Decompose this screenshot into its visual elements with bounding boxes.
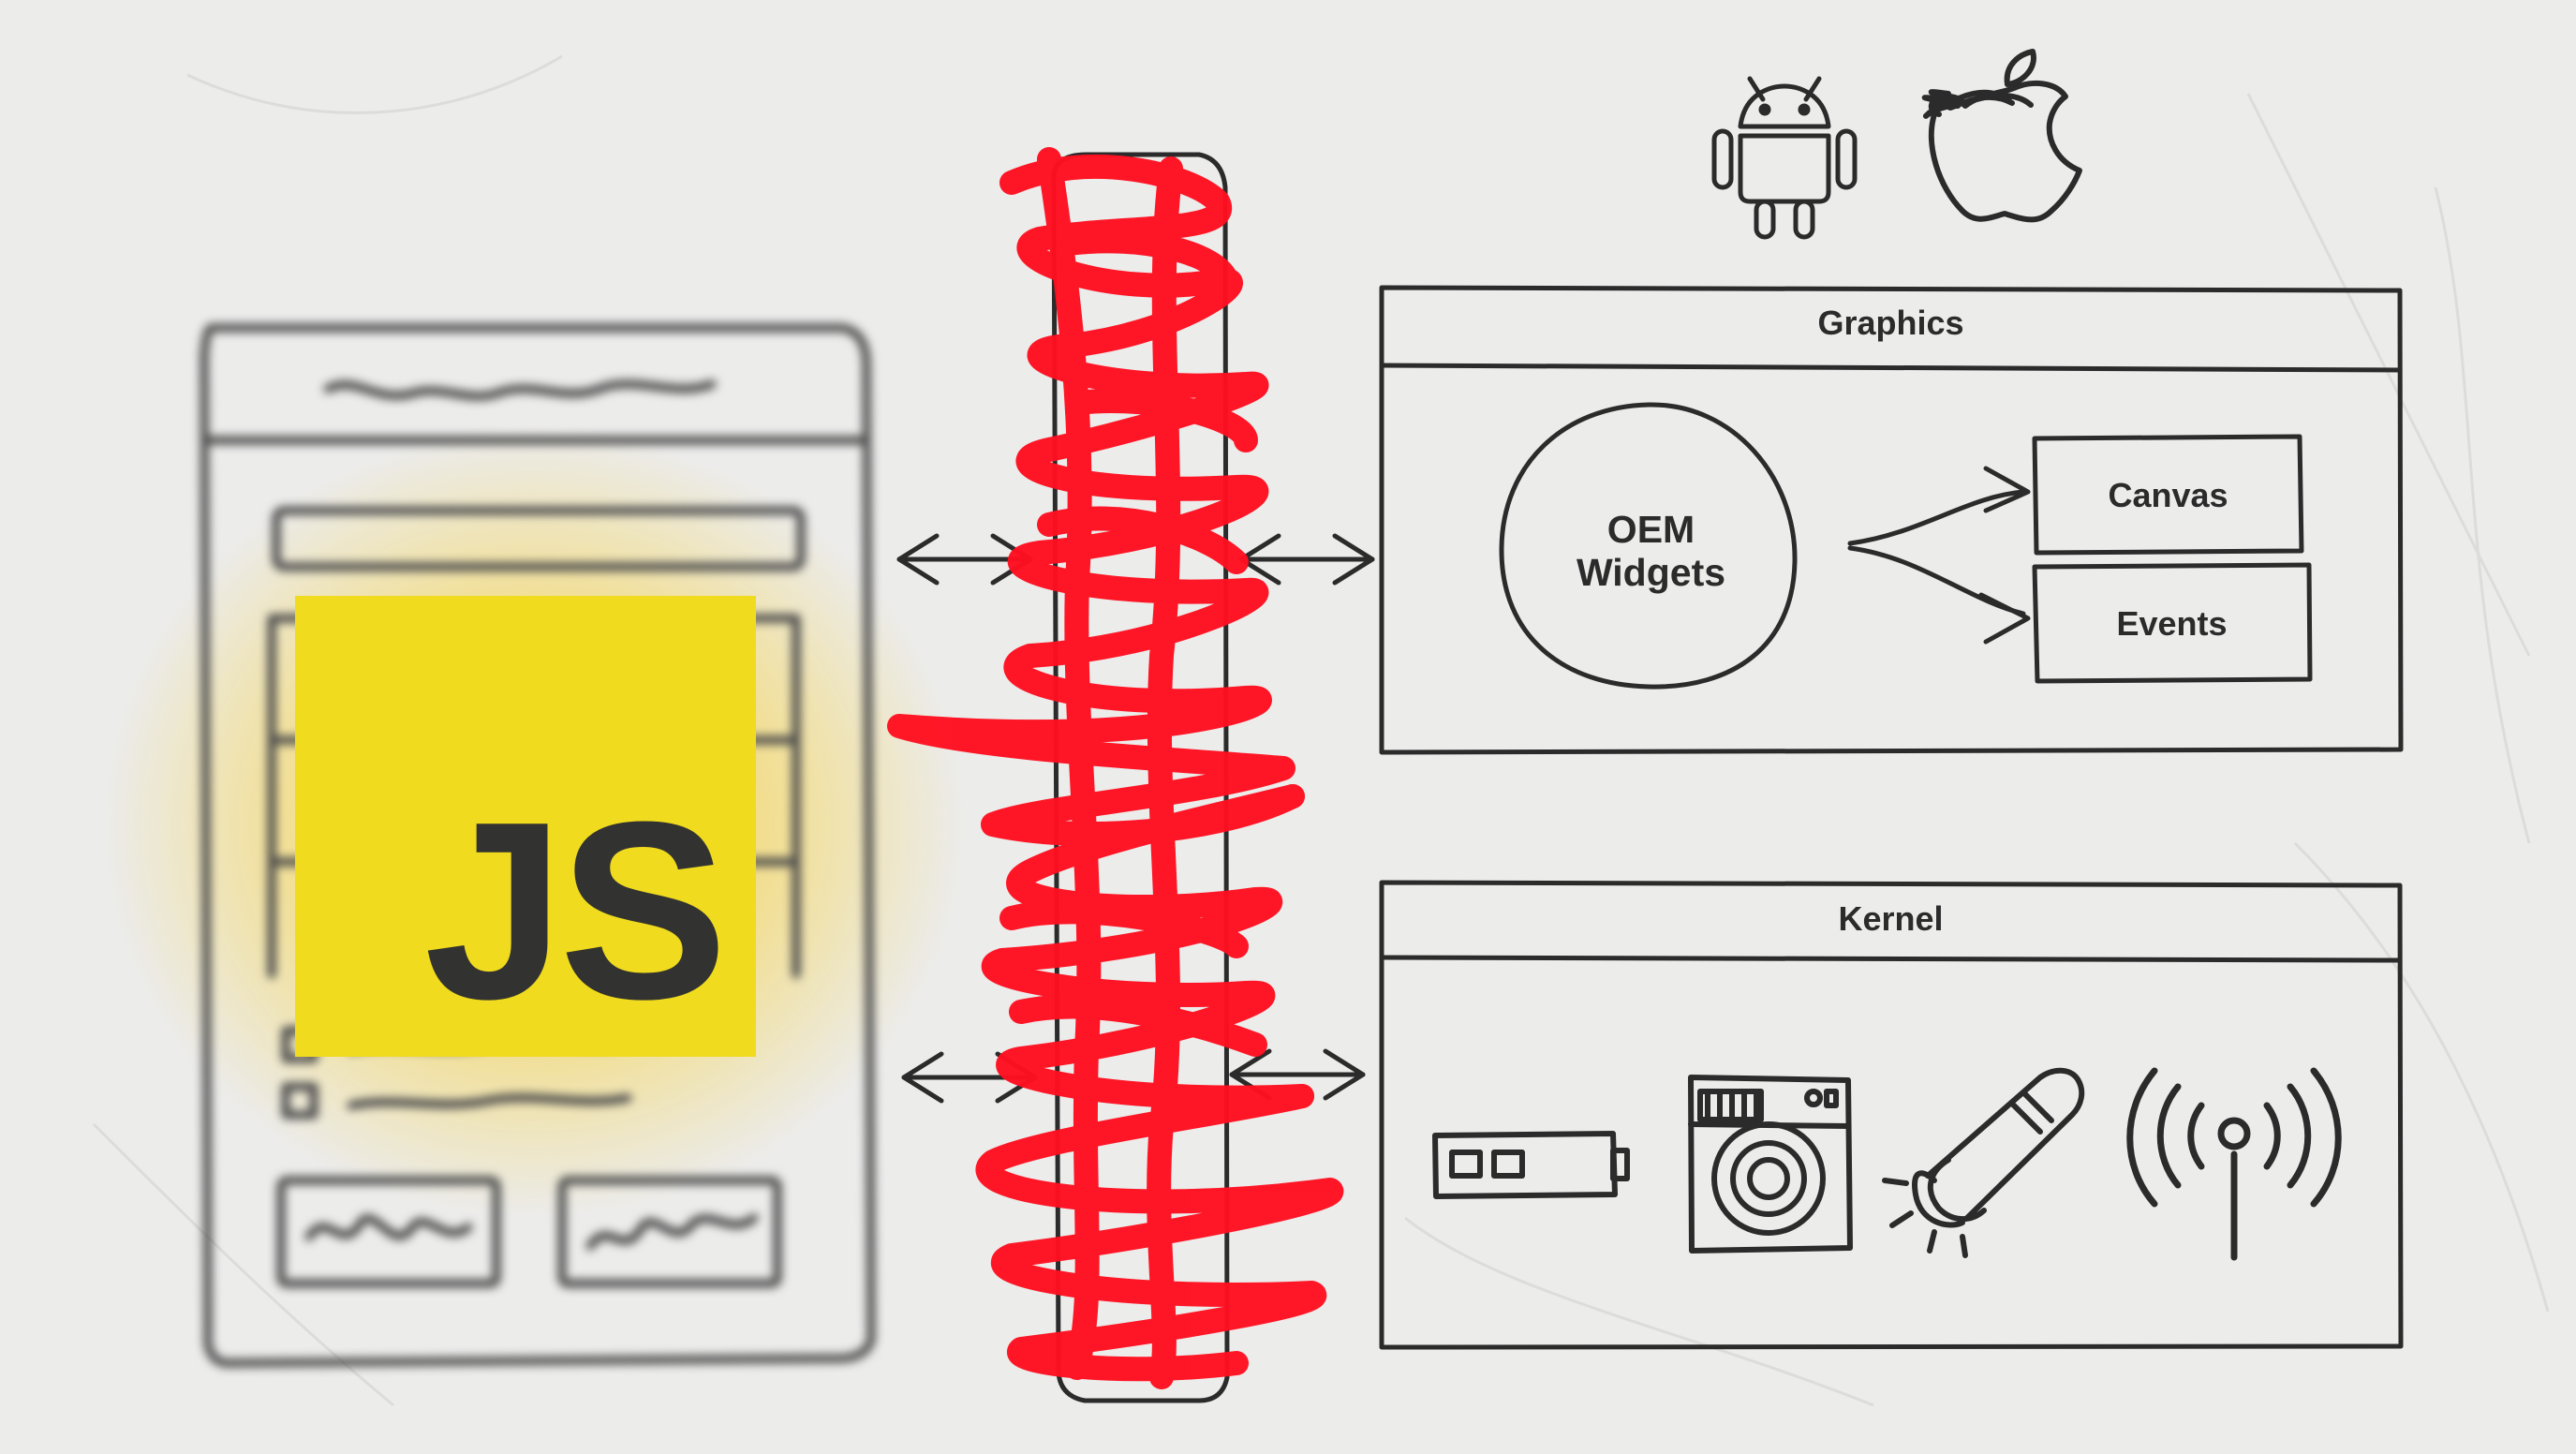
events-label: Events [2116,604,2228,643]
canvas-label: Canvas [2108,476,2228,514]
kernel-panel-title: Kernel [1838,899,1944,938]
graphics-panel-title: Graphics [1817,304,1964,342]
red-scribble [887,147,1344,1389]
oem-label-line1: OEM [1606,508,1695,551]
oem-widgets-label: OEM Widgets [1508,508,1794,594]
oem-label-line2: Widgets [1576,551,1726,594]
